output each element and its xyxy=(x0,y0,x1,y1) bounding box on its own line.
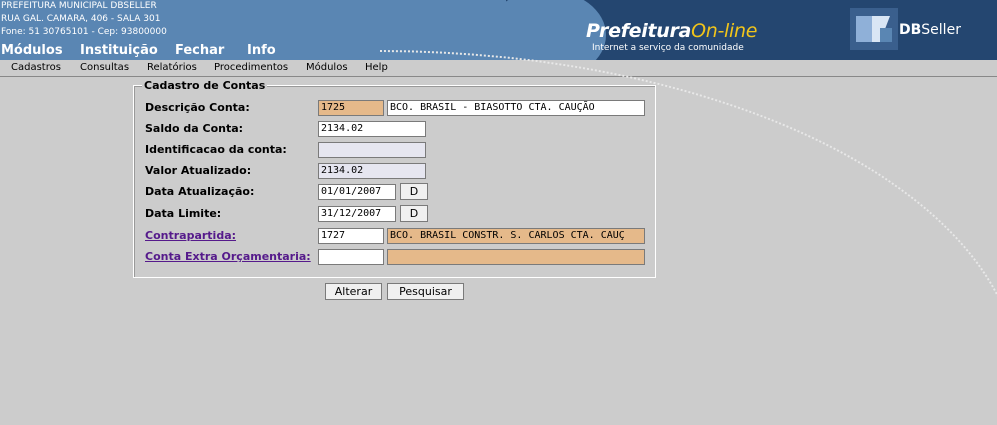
dbseller-logo-text: DBSeller xyxy=(899,22,961,38)
prefeitura-online-logo: PrefeituraOn-line xyxy=(586,20,757,42)
top-menu-info[interactable]: Info xyxy=(247,43,276,58)
descricao-label: Descrição Conta: xyxy=(145,101,250,114)
menu-modulos[interactable]: Módulos xyxy=(306,62,348,73)
institution-phone: Fone: 51 30765101 - Cep: 93800000 xyxy=(1,27,167,37)
logo-tagline: Internet a serviço da comunidade xyxy=(592,43,744,53)
institution-address: PREFEITURA MUNICIPAL DBSELLER RUA GAL. C… xyxy=(1,0,167,39)
conta-extra-code-field[interactable] xyxy=(318,249,384,265)
descricao-name-field[interactable]: BCO. BRASIL - BIASOTTO CTA. CAUÇÃO xyxy=(387,100,645,116)
top-menu-instituicao[interactable]: Instituição xyxy=(80,43,158,58)
company-rest: Seller xyxy=(921,22,961,38)
conta-extra-name-field xyxy=(387,249,645,265)
contrapartida-code-field[interactable]: 1727 xyxy=(318,228,384,244)
data-limite-date-button[interactable]: D xyxy=(400,205,428,222)
contrapartida-name-field: BCO. BRASIL CONSTR. S. CARLOS CTA. CAUÇ xyxy=(387,228,645,244)
company-bold: DB xyxy=(899,22,922,38)
contrapartida-link[interactable]: Contrapartida: xyxy=(145,229,236,242)
brand-highlight: On-line xyxy=(691,20,758,42)
saldo-label: Saldo da Conta: xyxy=(145,122,244,135)
header-banner: PREFEITURA MUNICIPAL DBSELLER RUA GAL. C… xyxy=(0,0,997,60)
descricao-code-field[interactable]: 1725 xyxy=(318,100,384,116)
identificacao-label: Identificacao da conta: xyxy=(145,143,287,156)
identificacao-field[interactable] xyxy=(318,142,426,158)
saldo-field[interactable]: 2134.02 xyxy=(318,121,426,137)
top-menu-fechar[interactable]: Fechar xyxy=(175,43,224,58)
dbseller-logo-icon xyxy=(850,8,898,50)
brand-main: Prefeitura xyxy=(586,20,692,42)
logo-panel: PrefeituraOn-line Internet a serviço da … xyxy=(506,0,997,60)
data-atualizacao-date-button[interactable]: D xyxy=(400,183,428,200)
valor-atualizado-field: 2134.02 xyxy=(318,163,426,179)
alterar-button[interactable]: Alterar xyxy=(325,283,382,300)
data-limite-label: Data Limite: xyxy=(145,207,222,220)
menu-consultas[interactable]: Consultas xyxy=(80,62,129,73)
data-atualizacao-field[interactable]: 01/01/2007 xyxy=(318,184,396,200)
valor-atualizado-label: Valor Atualizado: xyxy=(145,164,252,177)
menu-relatorios[interactable]: Relatórios xyxy=(147,62,197,73)
menu-procedimentos[interactable]: Procedimentos xyxy=(214,62,288,73)
menu-cadastros[interactable]: Cadastros xyxy=(11,62,61,73)
institution-street: RUA GAL. CAMARA, 406 - SALA 301 xyxy=(1,14,161,24)
pesquisar-button[interactable]: Pesquisar xyxy=(387,283,464,300)
institution-name: PREFEITURA MUNICIPAL DBSELLER xyxy=(1,1,157,11)
data-limite-field[interactable]: 31/12/2007 xyxy=(318,206,396,222)
conta-extra-link[interactable]: Conta Extra Orçamentaria: xyxy=(145,250,311,263)
fieldset-legend: Cadastro de Contas xyxy=(142,79,268,92)
top-menu-modulos[interactable]: Módulos xyxy=(1,43,63,58)
data-atualizacao-label: Data Atualização: xyxy=(145,185,255,198)
